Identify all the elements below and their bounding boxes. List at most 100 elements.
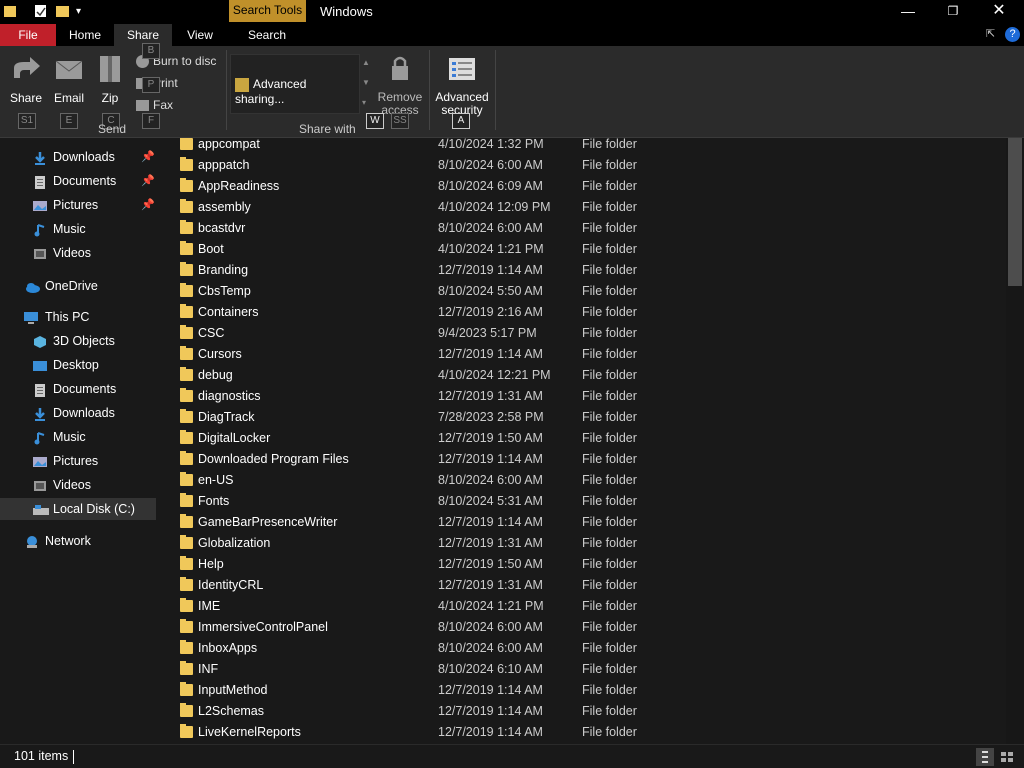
nav-item-documents[interactable]: Documents 📌 <box>0 170 156 192</box>
remove-access-button[interactable]: Remove access <box>376 54 424 117</box>
nav-onedrive[interactable]: OneDrive <box>0 275 156 297</box>
vertical-scrollbar[interactable] <box>1006 138 1024 744</box>
minimize-button[interactable]: — <box>885 0 931 24</box>
maximize-button[interactable]: ❐ <box>930 0 976 24</box>
keytip-w: W <box>366 113 384 129</box>
file-row[interactable]: InboxApps 8/10/2024 6:00 AM File folder <box>156 638 1006 659</box>
file-row[interactable]: GameBarPresenceWriter 12/7/2019 1:14 AM Fi… <box>156 512 1006 533</box>
new-folder-icon[interactable] <box>56 4 70 21</box>
file-row[interactable]: Downloaded Program Files 12/7/2019 1:14 A… <box>156 449 1006 470</box>
computer-icon <box>24 310 38 324</box>
folder-icon <box>180 493 193 507</box>
file-row[interactable]: en-US 8/10/2024 6:00 AM File folder <box>156 470 1006 491</box>
file-row[interactable]: Fonts 8/10/2024 5:31 AM File folder <box>156 491 1006 512</box>
zip-button[interactable]: Zip <box>94 54 126 105</box>
nav-item-videos[interactable]: Videos <box>0 242 156 264</box>
keytip-a: A <box>452 113 470 129</box>
file-type: File folder <box>582 494 637 508</box>
nav-onedrive-label: OneDrive <box>45 279 98 293</box>
share-icon <box>6 54 46 87</box>
folder-icon <box>180 535 193 549</box>
file-row[interactable]: Containers 12/7/2019 2:16 AM File folder <box>156 302 1006 323</box>
folder-icon <box>180 598 193 612</box>
search-tools-context-tab: Search Tools <box>229 0 306 22</box>
file-row[interactable]: diagnostics 12/7/2019 1:31 AM File folder <box>156 386 1006 407</box>
file-date-modified: 12/7/2019 1:31 AM <box>438 536 543 550</box>
nav-item-desktop[interactable]: Desktop <box>0 354 156 376</box>
file-date-modified: 12/7/2019 1:14 AM <box>438 683 543 697</box>
file-row[interactable]: CSC 9/4/2023 5:17 PM File folder <box>156 323 1006 344</box>
file-name: GameBarPresenceWriter <box>198 515 338 529</box>
file-row[interactable]: CbsTemp 8/10/2024 5:50 AM File folder <box>156 281 1006 302</box>
close-button[interactable]: ✕ <box>976 0 1022 24</box>
file-row[interactable]: ImmersiveControlPanel 8/10/2024 6:00 AM Fi… <box>156 617 1006 638</box>
nav-item-documents[interactable]: Documents <box>0 378 156 400</box>
nav-item-music[interactable]: Music <box>0 426 156 448</box>
ribbon-separator <box>429 50 430 130</box>
documents-icon <box>33 174 47 189</box>
nav-item-downloads[interactable]: Downloads <box>0 402 156 424</box>
details-view-button[interactable] <box>976 748 994 766</box>
help-icon[interactable]: ? <box>1005 27 1020 42</box>
nav-item-3d-objects[interactable]: 3D Objects <box>0 330 156 352</box>
file-row[interactable]: Branding 12/7/2019 1:14 AM File folder <box>156 260 1006 281</box>
folder-icon <box>180 157 193 171</box>
file-row[interactable]: DiagTrack 7/28/2023 2:58 PM File folder <box>156 407 1006 428</box>
file-row[interactable]: Boot 4/10/2024 1:21 PM File folder <box>156 239 1006 260</box>
file-row[interactable]: debug 4/10/2024 12:21 PM File folder <box>156 365 1006 386</box>
file-name: debug <box>198 368 233 382</box>
advanced-sharing-button[interactable]: Advanced sharing... <box>235 77 359 106</box>
nav-item-local-disk-c[interactable]: Local Disk (C:) <box>0 498 156 520</box>
nav-item-downloads[interactable]: Downloads 📌 <box>0 146 156 168</box>
tab-view[interactable]: View <box>172 24 228 46</box>
tab-file[interactable]: File <box>0 24 56 46</box>
email-button[interactable]: Email <box>50 54 88 105</box>
file-row[interactable]: IME 4/10/2024 1:21 PM File folder <box>156 596 1006 617</box>
fax-button[interactable]: Fax <box>136 98 173 112</box>
nav-item-label: Music <box>53 222 86 236</box>
advanced-security-button[interactable]: Advanced security <box>434 54 490 117</box>
file-row[interactable]: Cursors 12/7/2019 1:14 AM File folder <box>156 344 1006 365</box>
file-row[interactable]: L2Schemas 12/7/2019 1:14 AM File folder <box>156 701 1006 722</box>
tab-home[interactable]: Home <box>56 24 114 46</box>
file-row[interactable]: InputMethod 12/7/2019 1:14 AM File folder <box>156 680 1006 701</box>
nav-network[interactable]: Network <box>0 530 156 552</box>
scrollbar-thumb[interactable] <box>1008 138 1022 286</box>
file-row[interactable]: DigitalLocker 12/7/2019 1:50 AM File folde… <box>156 428 1006 449</box>
nav-item-music[interactable]: Music <box>0 218 156 240</box>
nav-item-label: Videos <box>53 246 91 260</box>
nav-this-pc[interactable]: This PC <box>0 306 156 328</box>
file-row[interactable]: bcastdvr 8/10/2024 6:00 AM File folder <box>156 218 1006 239</box>
file-row[interactable]: LiveKernelReports 12/7/2019 1:14 AM File f… <box>156 722 1006 743</box>
large-icons-view-button[interactable] <box>998 748 1016 766</box>
customize-quick-access-icon[interactable]: ▾ <box>76 6 81 17</box>
file-row[interactable]: apppatch 8/10/2024 6:00 AM File folder <box>156 155 1006 176</box>
file-type: File folder <box>582 725 637 739</box>
file-row[interactable]: Globalization 12/7/2019 1:31 AM File folde… <box>156 533 1006 554</box>
file-row[interactable]: AppReadiness 8/10/2024 6:09 AM File folder <box>156 176 1006 197</box>
file-list: appcompat 4/10/2024 1:32 PM File folder app… <box>156 138 1006 744</box>
file-row[interactable]: IdentityCRL 12/7/2019 1:31 AM File folder <box>156 575 1006 596</box>
folder-icon <box>180 346 193 360</box>
tab-search[interactable]: Search <box>232 24 302 46</box>
nav-item-pictures[interactable]: Pictures <box>0 450 156 472</box>
file-type: File folder <box>582 620 637 634</box>
file-type: File folder <box>582 599 637 613</box>
file-date-modified: 12/7/2019 2:16 AM <box>438 305 543 319</box>
share-button[interactable]: Share <box>6 54 46 105</box>
properties-icon[interactable] <box>34 4 48 21</box>
file-date-modified: 12/7/2019 1:14 AM <box>438 347 543 361</box>
nav-item-label: Documents <box>53 174 117 188</box>
keytip-fax: F <box>142 113 160 129</box>
nav-item-videos[interactable]: Videos <box>0 474 156 496</box>
ribbon-expand-icon[interactable]: ⇱ <box>986 27 995 40</box>
gallery-scroll-arrows[interactable]: ▲ ▼ ▾ <box>362 58 370 108</box>
music-icon <box>33 222 47 237</box>
file-row[interactable]: appcompat 4/10/2024 1:32 PM File folder <box>156 138 1006 155</box>
nav-item-pictures[interactable]: Pictures 📌 <box>0 194 156 216</box>
file-row[interactable]: INF 8/10/2024 6:10 AM File folder <box>156 659 1006 680</box>
nav-item-label: Pictures <box>53 198 99 212</box>
file-type: File folder <box>582 158 637 172</box>
file-row[interactable]: assembly 4/10/2024 12:09 PM File folder <box>156 197 1006 218</box>
file-row[interactable]: Help 12/7/2019 1:50 AM File folder <box>156 554 1006 575</box>
